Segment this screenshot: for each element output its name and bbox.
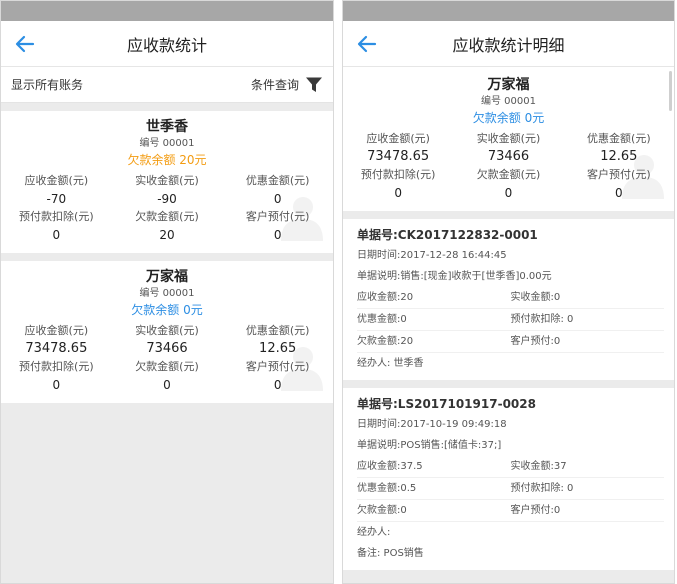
receipt-number: 单据号:CK2017122832-0001: [357, 228, 538, 242]
status-bar: [343, 1, 674, 21]
scrollbar[interactable]: [669, 71, 672, 111]
receivable-label: 应收金额(元): [366, 132, 430, 145]
receipt-received: 实收金额:37: [510, 456, 664, 478]
receivable-label: 应收金额(元): [24, 174, 89, 187]
owed-label: 欠款金额(元): [476, 168, 541, 181]
owed-value: 0: [163, 378, 171, 392]
receipt-amounts: 应收金额:37.5 实收金额:37 优惠金额:0.5 预付款扣除: 0 欠款金额…: [357, 456, 664, 522]
received-value: 73466: [146, 341, 188, 356]
condition-query-button[interactable]: 条件查询: [251, 76, 323, 94]
discount-value: 12.65: [259, 341, 297, 356]
amount-grid: 应收金额(元) 实收金额(元) 优惠金额(元) 73478.65 73466 1…: [343, 131, 674, 203]
receivable-stats-screen: 应收款统计 显示所有账务 条件查询 世季香 编号 00001 欠款余额 20元 …: [0, 0, 334, 584]
discount-label: 优惠金额(元): [245, 174, 310, 187]
page-title: 应收款统计明细: [452, 35, 565, 55]
customer-prepay-label: 客户预付(元): [587, 168, 651, 181]
receipt-discount: 优惠金额:0: [357, 309, 511, 331]
header: 应收款统计明细: [343, 21, 674, 67]
receivable-detail-screen: 应收款统计明细 万家福 编号 00001 欠款余额 0元 应收金额(元) 实收金…: [342, 0, 675, 584]
owed-value: 0: [504, 186, 513, 200]
customer-prepay-value: 0: [273, 228, 282, 242]
receipt-discount: 优惠金额:0.5: [357, 478, 511, 500]
receipt-prepay-deduct: 预付款扣除: 0: [510, 478, 664, 500]
receipt-prepay-deduct: 预付款扣除: 0: [510, 309, 664, 331]
discount-label: 优惠金额(元): [587, 132, 651, 145]
prepay-deduct-value: 0: [394, 186, 402, 200]
funnel-icon: [306, 77, 322, 92]
owed-value: 20: [159, 228, 175, 242]
customer-prepay-label: 客户预付(元): [245, 360, 310, 373]
receipt-handler: 经办人:: [357, 527, 391, 538]
discount-value: 0: [273, 192, 282, 206]
account-name: 世季香: [146, 119, 188, 135]
customer-prepay-label: 客户预付(元): [245, 210, 310, 223]
account-name: 万家福: [487, 77, 530, 93]
balance-owed: 欠款余额 20元: [127, 153, 207, 167]
receipt-customer-prepay: 客户预付:0: [510, 500, 664, 522]
show-all-accounts-button[interactable]: 显示所有账务: [11, 76, 83, 93]
header: 应收款统计: [1, 21, 333, 67]
receipt-record[interactable]: 单据号:LS2017101917-0028 日期时间:2017-10-19 09…: [343, 388, 674, 570]
account-summary: 万家福 编号 00001 欠款余额 0元 应收金额(元) 实收金额(元) 优惠金…: [343, 67, 674, 211]
amount-grid: 应收金额(元) 实收金额(元) 优惠金额(元) -70 -90 0 预付款扣除(…: [1, 173, 333, 245]
receipt-remark: 备注: POS销售: [357, 548, 424, 559]
receipt-datetime: 日期时间:2017-10-19 09:49:18: [357, 419, 507, 430]
account-code: 编号 00001: [481, 96, 536, 107]
prepay-deduct-label: 预付款扣除(元): [19, 210, 94, 223]
receipt-amounts: 应收金额:20 实收金额:0 优惠金额:0 预付款扣除: 0 欠款金额:20 客…: [357, 287, 664, 353]
discount-value: 12.65: [600, 149, 638, 164]
customer-prepay-value: 0: [615, 186, 623, 200]
balance-owed: 欠款余额 0元: [131, 303, 203, 317]
prepay-deduct-label: 预付款扣除(元): [19, 360, 94, 373]
received-value: 73466: [487, 149, 530, 164]
receipt-receivable: 应收金额:20: [357, 287, 511, 309]
received-label: 实收金额(元): [135, 174, 199, 187]
arrow-left-icon[interactable]: [13, 32, 37, 56]
owed-label: 欠款金额(元): [135, 210, 199, 223]
account-card[interactable]: 万家福 编号 00001 欠款余额 0元 应收金额(元) 实收金额(元) 优惠金…: [1, 261, 333, 403]
customer-prepay-value: 0: [273, 378, 282, 392]
amount-grid: 应收金额(元) 实收金额(元) 优惠金额(元) 73478.65 73466 1…: [1, 323, 333, 395]
receivable-value: 73478.65: [25, 341, 88, 356]
received-value: -90: [157, 192, 177, 206]
status-bar: [1, 1, 333, 21]
account-card[interactable]: 世季香 编号 00001 欠款余额 20元 应收金额(元) 实收金额(元) 优惠…: [1, 111, 333, 253]
account-code: 编号 00001: [139, 138, 195, 149]
receipt-receivable: 应收金额:37.5: [357, 456, 511, 478]
receipt-record[interactable]: 单据号:CK2017122832-0001 日期时间:2017-12-28 16…: [343, 219, 674, 380]
receivable-value: -70: [46, 192, 67, 206]
receipt-number: 单据号:LS2017101917-0028: [357, 397, 536, 411]
page-title: 应收款统计: [126, 35, 207, 55]
receipt-customer-prepay: 客户预付:0: [510, 331, 664, 353]
received-label: 实收金额(元): [135, 324, 199, 337]
prepay-deduct-value: 0: [52, 228, 61, 242]
receipt-owed: 欠款金额:20: [357, 331, 511, 353]
condition-query-label: 条件查询: [250, 78, 299, 92]
filter-bar: 显示所有账务 条件查询: [1, 67, 333, 103]
balance-owed: 欠款余额 0元: [472, 111, 545, 125]
arrow-left-icon[interactable]: [355, 32, 379, 56]
receipt-datetime: 日期时间:2017-12-28 16:44:45: [357, 250, 507, 261]
receipt-description: 单据说明:销售:[现金]收款于[世季香]0.00元: [357, 271, 552, 282]
receipt-received: 实收金额:0: [510, 287, 664, 309]
receivable-label: 应收金额(元): [24, 324, 89, 337]
owed-label: 欠款金额(元): [135, 360, 199, 373]
receipt-owed: 欠款金额:0: [357, 500, 511, 522]
prepay-deduct-value: 0: [52, 378, 61, 392]
account-name: 万家福: [146, 269, 188, 285]
prepay-deduct-label: 预付款扣除(元): [360, 168, 436, 181]
discount-label: 优惠金额(元): [245, 324, 310, 337]
receipt-description: 单据说明:POS销售:[储值卡:37;]: [357, 440, 502, 451]
account-code: 编号 00001: [139, 288, 195, 299]
receipt-handler: 经办人: 世季香: [357, 358, 424, 369]
received-label: 实收金额(元): [476, 132, 541, 145]
receivable-value: 73478.65: [367, 149, 430, 164]
